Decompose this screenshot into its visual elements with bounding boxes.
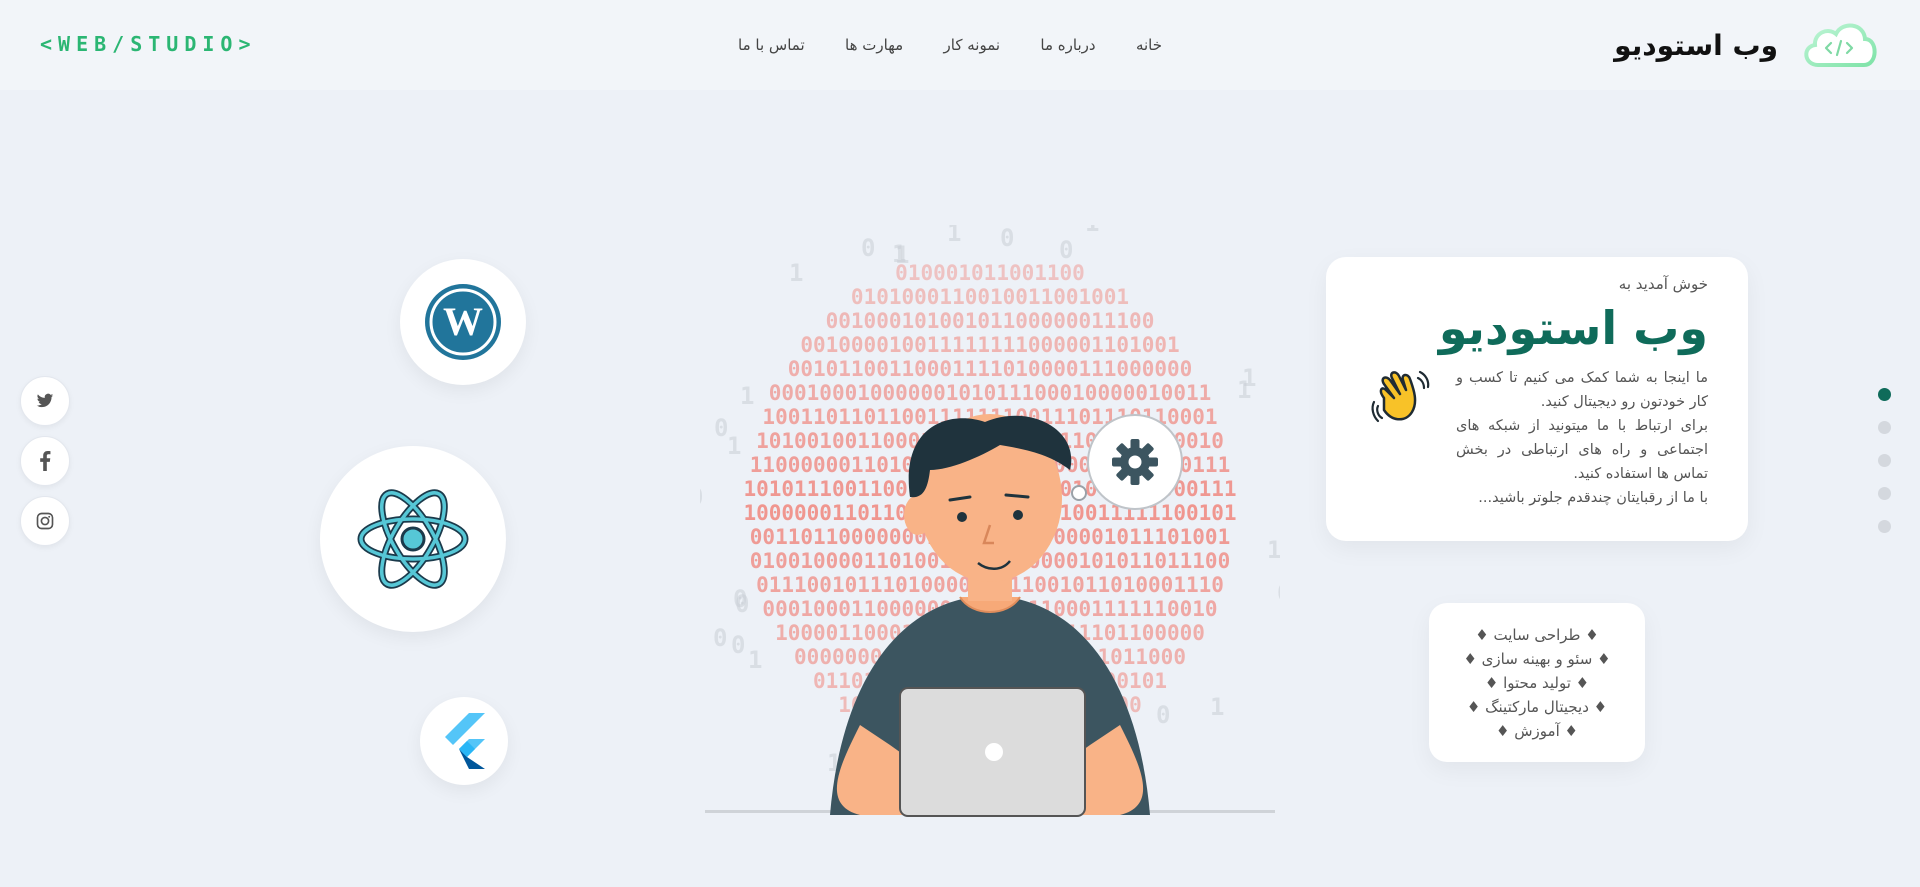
binary-digit: 1 — [947, 225, 961, 247]
binary-digit: 0 — [1156, 701, 1170, 729]
svg-text:W: W — [443, 299, 483, 344]
binary-digit: 0 — [731, 631, 745, 659]
binary-digit: 1 — [892, 240, 906, 268]
waving-hand-icon — [1371, 371, 1430, 423]
binary-digit: 1 — [1267, 536, 1280, 564]
studio-tag: <WEB/STUDIO> — [40, 32, 257, 56]
binary-digit: 1 — [748, 646, 762, 674]
react-icon — [357, 489, 469, 589]
nav-item-contact[interactable]: تماس با ما — [738, 36, 805, 54]
pager-dot-3[interactable] — [1878, 454, 1891, 467]
binary-digit: 0 — [1000, 225, 1014, 252]
binary-row: 00010001000000101011100010000010011 — [769, 381, 1212, 405]
binary-row: 00101100110001111010000111000000 — [788, 357, 1193, 381]
binary-row: 0101000110010011001001 — [851, 285, 1129, 309]
flutter-icon — [445, 713, 485, 769]
binary-digit: 0 — [700, 483, 703, 511]
instagram-icon — [36, 512, 54, 530]
pager-dot-1[interactable] — [1878, 388, 1891, 401]
pager-dot-5[interactable] — [1878, 520, 1891, 533]
nav-item-portfolio[interactable]: نمونه کار — [944, 36, 1001, 54]
hero-illustration: 010001011001100 0101000110010011001001 001… — [684, 203, 1300, 820]
wordpress-bubble: W — [400, 259, 526, 385]
binary-digit: 0 — [714, 414, 728, 442]
binary-row: 010001011001100 — [895, 261, 1085, 285]
binary-digit: 0 — [1059, 236, 1073, 264]
binary-digit: 1 — [740, 382, 754, 410]
react-bubble — [320, 446, 506, 632]
brand[interactable]: وب استودیو — [1614, 14, 1880, 76]
binary-digit: 1 — [1085, 225, 1099, 237]
facebook-icon — [40, 451, 51, 471]
developer-illustration: 0100010110011000101000110010011001001001… — [684, 203, 1300, 817]
twitter-icon — [36, 393, 54, 408]
binary-digit: 1 — [1242, 364, 1256, 392]
wordpress-icon: W — [425, 284, 501, 360]
facebook-button[interactable] — [20, 436, 70, 486]
brand-name: وب استودیو — [1614, 28, 1778, 62]
service-item: ♦ آموزش ♦ — [1496, 721, 1578, 740]
binary-digit: 0 — [861, 234, 875, 262]
welcome-card: خوش آمدید به وب استودیو ما اینجا به شما … — [1326, 257, 1748, 541]
services-card: ♦ طراحی سایت ♦ ♦ سئو و بهینه سازی ♦ ♦ تو… — [1429, 603, 1645, 762]
binary-digit: 0 — [735, 590, 749, 618]
main-nav: خانه درباره ما نمونه کار مهارت ها تماس ب… — [738, 36, 1162, 54]
nav-item-skills[interactable]: مهارت ها — [845, 36, 903, 54]
service-item: ♦ تولید محتوا ♦ — [1484, 673, 1590, 692]
social-links — [20, 376, 70, 546]
description-line-2: برای ارتباط با ما میتونید از شبکه های اج… — [1456, 418, 1708, 483]
binary-digit: 1 — [789, 259, 803, 287]
binary-digit: 1 — [727, 432, 741, 460]
welcome-text: خوش آمدید به — [1618, 275, 1708, 293]
pager-dot-4[interactable] — [1878, 487, 1891, 500]
binary-digit: 1 — [1210, 693, 1224, 721]
welcome-body: ما اینجا به شما کمک می کنیم تا کسب و کار… — [1366, 366, 1708, 510]
hero-title: وب استودیو — [1438, 301, 1708, 355]
header: وب استودیو خانه درباره ما نمونه کار مهار… — [0, 0, 1920, 90]
binary-digit: 1 — [913, 225, 927, 231]
description-line-3: با ما از رقبایتان چندقدم جلوتر باشید... — [1478, 490, 1708, 507]
flutter-bubble — [420, 697, 508, 785]
twitter-button[interactable] — [20, 376, 70, 426]
section-pager — [1878, 388, 1891, 533]
service-item: ♦ سئو و بهینه سازی ♦ — [1463, 649, 1611, 668]
nav-item-home[interactable]: خانه — [1136, 36, 1162, 54]
binary-row: 00100010100101100000011100 — [826, 309, 1155, 333]
binary-digit: 0 — [1277, 579, 1280, 607]
welcome-description: ما اینجا به شما کمک می کنیم تا کسب و کار… — [1456, 366, 1708, 510]
binary-row: 001000010011111111000001101001 — [800, 333, 1179, 357]
cloud-code-logo-icon — [1804, 23, 1877, 67]
nav-item-about[interactable]: درباره ما — [1040, 36, 1095, 54]
description-line-1: ما اینجا به شما کمک می کنیم تا کسب و کار… — [1456, 370, 1708, 411]
pager-dot-2[interactable] — [1878, 421, 1891, 434]
binary-digit: 0 — [713, 624, 727, 652]
service-item: ♦ طراحی سایت ♦ — [1475, 625, 1599, 644]
instagram-button[interactable] — [20, 496, 70, 546]
service-item: ♦ دیجیتال مارکتینگ ♦ — [1466, 697, 1608, 716]
